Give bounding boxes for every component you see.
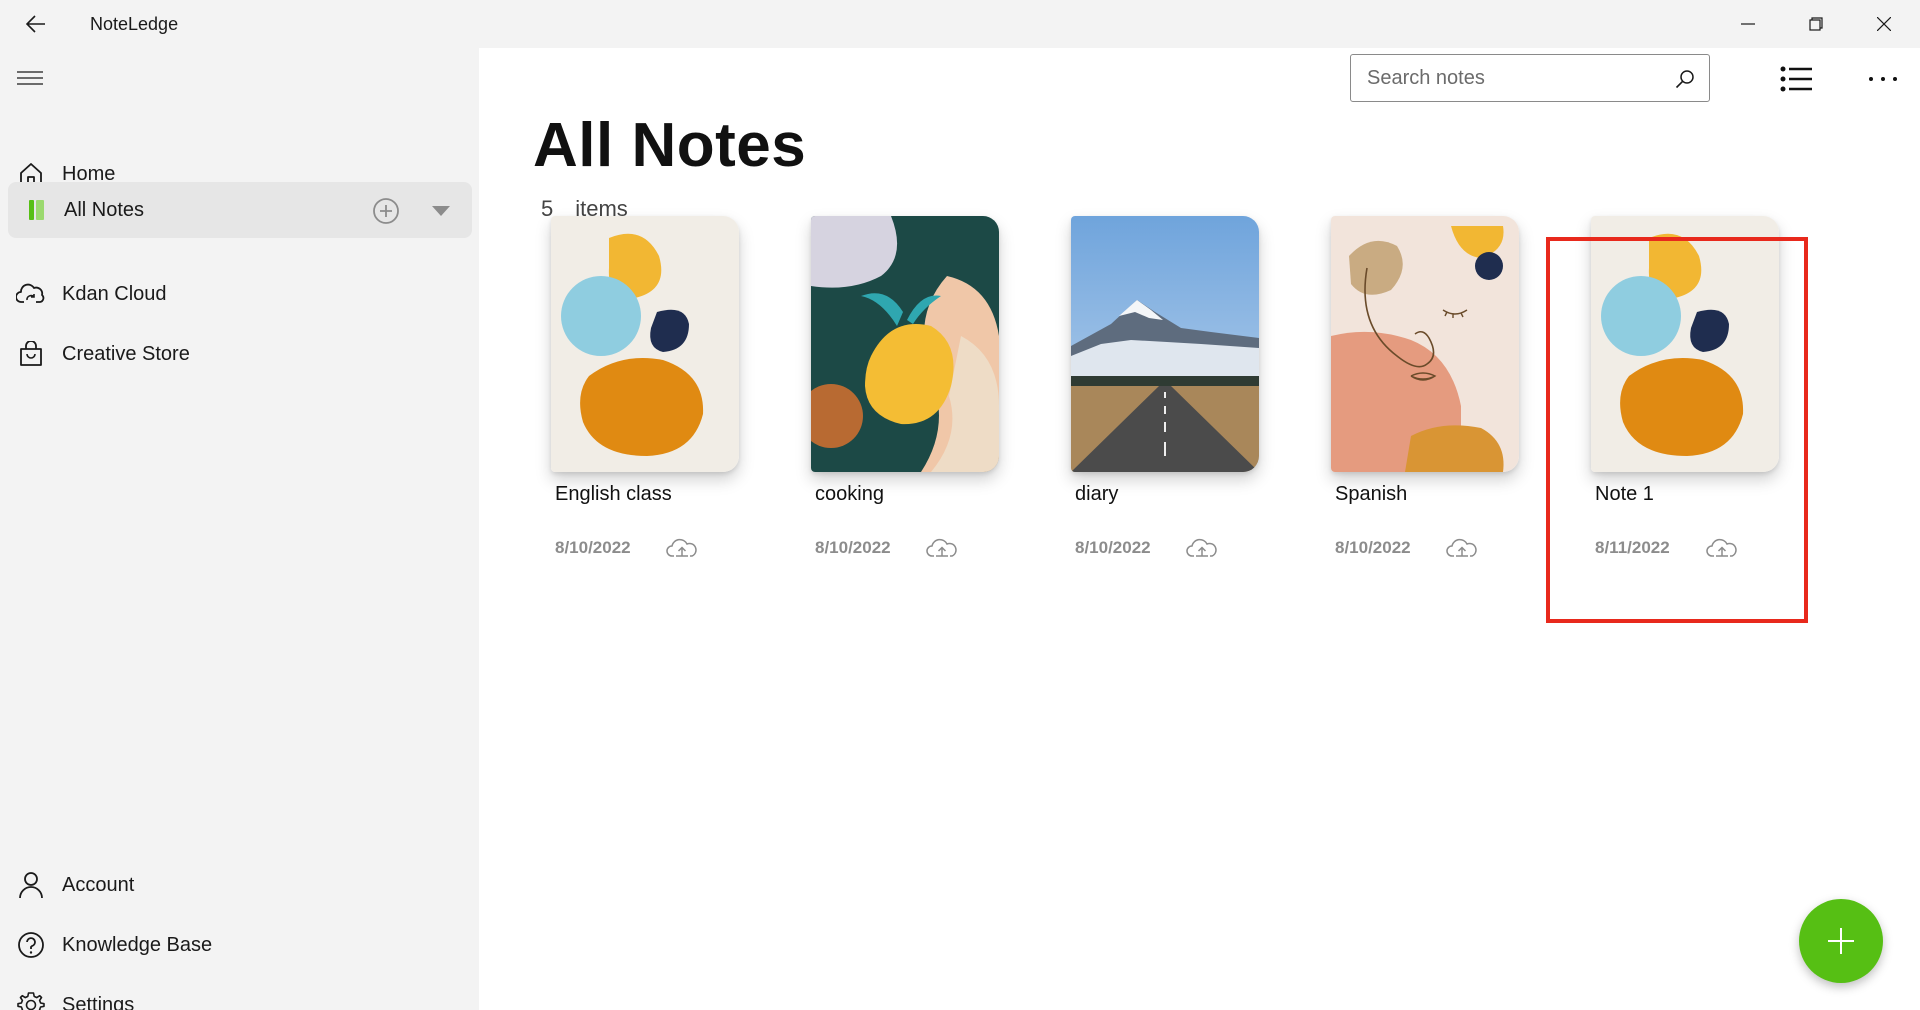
minimize-button[interactable] <box>1714 0 1782 48</box>
cloud-upload-button[interactable] <box>1705 536 1739 560</box>
notebook-icon <box>22 195 52 225</box>
add-note-button[interactable] <box>1799 899 1883 983</box>
cloud-upload-button[interactable] <box>925 536 959 560</box>
sidebar-item-label: Settings <box>62 993 135 1010</box>
cloud-upload-icon <box>666 538 697 557</box>
note-date: 8/10/2022 <box>555 538 631 557</box>
note-cover <box>1331 216 1519 472</box>
sidebar-item-knowledge-base[interactable]: Knowledge Base <box>8 918 472 972</box>
sidebar-item-kdan-cloud[interactable]: Kdan Cloud <box>8 267 472 321</box>
cloud-upload-button[interactable] <box>1445 536 1479 560</box>
note-date: 8/10/2022 <box>815 538 891 557</box>
note-date: 8/10/2022 <box>1075 538 1151 557</box>
cloud-upload-button[interactable] <box>665 536 699 560</box>
back-button[interactable] <box>16 8 56 40</box>
sidebar-item-account[interactable]: Account <box>8 858 472 912</box>
lemon-cover <box>811 216 999 472</box>
plus-circle-icon <box>373 198 399 224</box>
note-cover <box>551 216 739 472</box>
app-title: NoteLedge <box>90 14 179 34</box>
caret-down-icon <box>432 206 450 216</box>
note-date: 8/10/2022 <box>1335 538 1411 557</box>
sidebar-item-creative-store[interactable]: Creative Store <box>8 327 472 381</box>
sidebar-item-label: Creative Store <box>62 342 190 365</box>
person-icon <box>16 870 46 900</box>
minimize-icon <box>1741 23 1755 25</box>
search-icon <box>1675 70 1694 89</box>
note-title: Spanish <box>1335 483 1408 505</box>
main-content: All Notes 5items <box>479 48 1920 1010</box>
search-button[interactable] <box>1673 67 1697 91</box>
note-card-note-1[interactable]: Note 1 8/11/2022 <box>1585 216 1785 557</box>
list-view-button[interactable] <box>1777 62 1815 96</box>
hamburger-icon <box>17 71 43 85</box>
abstract-shapes-cover <box>1591 216 1779 472</box>
note-cover <box>1591 216 1779 472</box>
list-view-icon <box>1780 66 1812 92</box>
note-title: Note 1 <box>1595 483 1654 505</box>
search-box <box>1350 54 1710 102</box>
sidebar-item-settings[interactable]: Settings <box>8 978 472 1010</box>
note-card-diary[interactable]: diary 8/10/2022 <box>1065 216 1265 557</box>
search-input[interactable] <box>1367 66 1657 90</box>
title-bar: NoteLedge <box>0 0 1920 48</box>
close-button[interactable] <box>1850 0 1918 48</box>
restore-icon <box>1809 17 1823 31</box>
sidebar-item-label: Knowledge Base <box>62 933 213 956</box>
add-notebook-button[interactable] <box>370 195 402 227</box>
cloud-upload-icon <box>926 538 957 557</box>
cloud-upload-button[interactable] <box>1185 536 1219 560</box>
menu-button[interactable] <box>14 64 46 92</box>
note-cover <box>1071 216 1259 472</box>
page-title: All Notes <box>533 111 807 180</box>
cloud-upload-icon <box>1706 538 1737 557</box>
gear-icon <box>16 990 46 1010</box>
cloud-upload-icon <box>1446 538 1477 557</box>
note-date: 8/11/2022 <box>1595 538 1670 557</box>
sidebar: Home All Notes Kdan Cloud Creative Store <box>0 48 479 1010</box>
note-card-english-class[interactable]: English class 8/10/2022 <box>545 216 745 557</box>
more-options-button[interactable] <box>1863 62 1903 96</box>
noteledge-app: NoteLedge Home All Notes Kdan Cloud Crea… <box>0 0 1920 1010</box>
note-cover <box>811 216 999 472</box>
sidebar-item-label: All Notes <box>64 198 145 221</box>
note-card-cooking[interactable]: cooking 8/10/2022 <box>805 216 1005 557</box>
sidebar-item-label: Account <box>62 873 135 896</box>
cloud-upload-icon <box>1186 538 1217 557</box>
plus-icon <box>1828 928 1854 954</box>
line-face-cover <box>1331 216 1519 472</box>
abstract-shapes-cover <box>551 216 739 472</box>
note-title: English class <box>555 483 672 505</box>
back-arrow-icon <box>26 15 45 33</box>
sidebar-item-all-notes[interactable]: All Notes <box>8 182 472 238</box>
sidebar-item-label: Kdan Cloud <box>62 282 167 305</box>
restore-button[interactable] <box>1782 0 1850 48</box>
note-card-spanish[interactable]: Spanish 8/10/2022 <box>1325 216 1525 557</box>
help-icon <box>16 930 46 960</box>
close-icon <box>1877 17 1891 31</box>
note-title: cooking <box>815 483 884 505</box>
mountain-road-cover <box>1071 216 1259 472</box>
more-icon <box>1869 77 1897 81</box>
note-title: diary <box>1075 483 1119 505</box>
shopping-bag-icon <box>16 339 46 369</box>
expand-notebooks-button[interactable] <box>428 198 454 224</box>
cloud-sync-icon <box>16 279 46 309</box>
